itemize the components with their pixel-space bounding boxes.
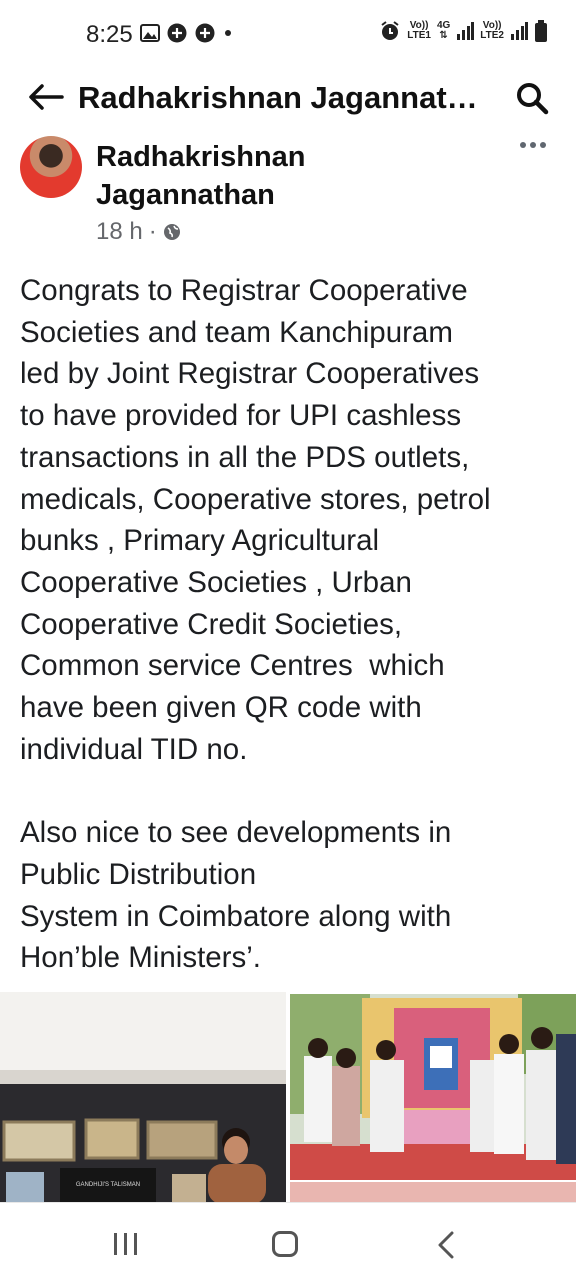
author-name[interactable]: Radhakrishnan Jagannathan [96, 138, 416, 214]
whatsapp-icon [195, 23, 215, 43]
sim1-label: Vo)) LTE1 [407, 21, 431, 41]
system-navigation-bar [0, 1202, 576, 1281]
home-icon[interactable] [272, 1231, 298, 1257]
back-icon[interactable] [436, 1231, 456, 1259]
alarm-icon [381, 21, 399, 40]
post-photo-event[interactable] [290, 994, 576, 1180]
post-text-line: led by Joint Registrar Cooperatives [20, 357, 480, 391]
data-arrows-icon: ⇅ [439, 30, 448, 41]
post-text-line: Also nice to see developments in [20, 816, 452, 850]
post-text-line: Societies and team Kanchipuram [20, 315, 453, 349]
post-text-line: transactions in all the PDS outlets, [20, 440, 470, 474]
status-time: 8:25 [86, 21, 133, 48]
network-type: 4G ⇅ [437, 21, 450, 41]
back-arrow-icon[interactable] [26, 82, 66, 112]
sim1-bottom: LTE1 [407, 30, 431, 41]
sim2-label: Vo)) LTE2 [480, 21, 504, 41]
app-bar: Radhakrishnan Jagannat… [0, 70, 576, 130]
more-options-icon[interactable] [520, 142, 546, 148]
post-text-line: System in Coimbatore along with [20, 899, 452, 933]
post-text-line: have been given QR code with [20, 691, 422, 725]
photo-grid: GANDHIJI'S TALISMAN [0, 992, 576, 1202]
post-text-line: Common service Centres which [20, 649, 445, 683]
whatsapp-icon [167, 23, 187, 43]
search-icon[interactable] [514, 80, 550, 116]
post-text-line: bunks , Primary Agricultural [20, 524, 380, 558]
author-name-line2: Jagannathan [96, 179, 275, 211]
avatar[interactable] [20, 136, 82, 198]
globe-icon [163, 224, 180, 240]
post-header: Radhakrishnan Jagannathan 18 h · [0, 130, 576, 250]
post-text-line: Congrats to Registrar Cooperative [20, 274, 468, 307]
more-dot [530, 142, 536, 148]
post-text-line: to have provided for UPI cashless [20, 399, 462, 433]
more-dot [540, 142, 546, 148]
post-photo-more[interactable] [290, 1182, 576, 1202]
dot-icon [225, 30, 231, 36]
status-bar: 8:25 Vo)) LTE1 4G ⇅ Vo)) LTE2 [0, 0, 576, 70]
post-text: Congrats to Registrar Cooperative Societ… [20, 270, 560, 979]
gallery-photo-art: GANDHIJI'S TALISMAN [0, 992, 286, 1202]
signal-icon [457, 22, 475, 40]
author-name-line1: Radhakrishnan [96, 141, 306, 173]
post-photo-gallery[interactable]: GANDHIJI'S TALISMAN [0, 992, 286, 1202]
gallery-sign-text: GANDHIJI'S TALISMAN [76, 1182, 140, 1188]
event-photo-art [290, 994, 576, 1180]
image-icon [140, 24, 160, 42]
post-time[interactable]: 18 h [96, 218, 143, 246]
battery-icon [535, 20, 547, 42]
meta-separator: · [148, 218, 157, 245]
signal-icon [511, 22, 528, 40]
post-text-line: Hon’ble Ministers’. [20, 941, 261, 975]
post-text-line: Public Distribution [20, 857, 257, 891]
sim2-bottom: LTE2 [480, 30, 504, 41]
page-title: Radhakrishnan Jagannat… [78, 80, 478, 115]
status-left-icons [140, 22, 234, 44]
status-right-icons: Vo)) LTE1 4G ⇅ Vo)) LTE2 [379, 20, 548, 42]
post-text-line: medicals, Cooperative stores, petrol [20, 482, 491, 516]
post-text-line: individual TID no. [20, 732, 248, 766]
post-text-line: Cooperative Societies , Urban [20, 565, 412, 599]
post-text-line: Cooperative Credit Societies, [20, 607, 403, 641]
recents-icon[interactable] [112, 1233, 140, 1255]
more-dot [520, 142, 526, 148]
post-meta: 18 h · [96, 218, 181, 246]
